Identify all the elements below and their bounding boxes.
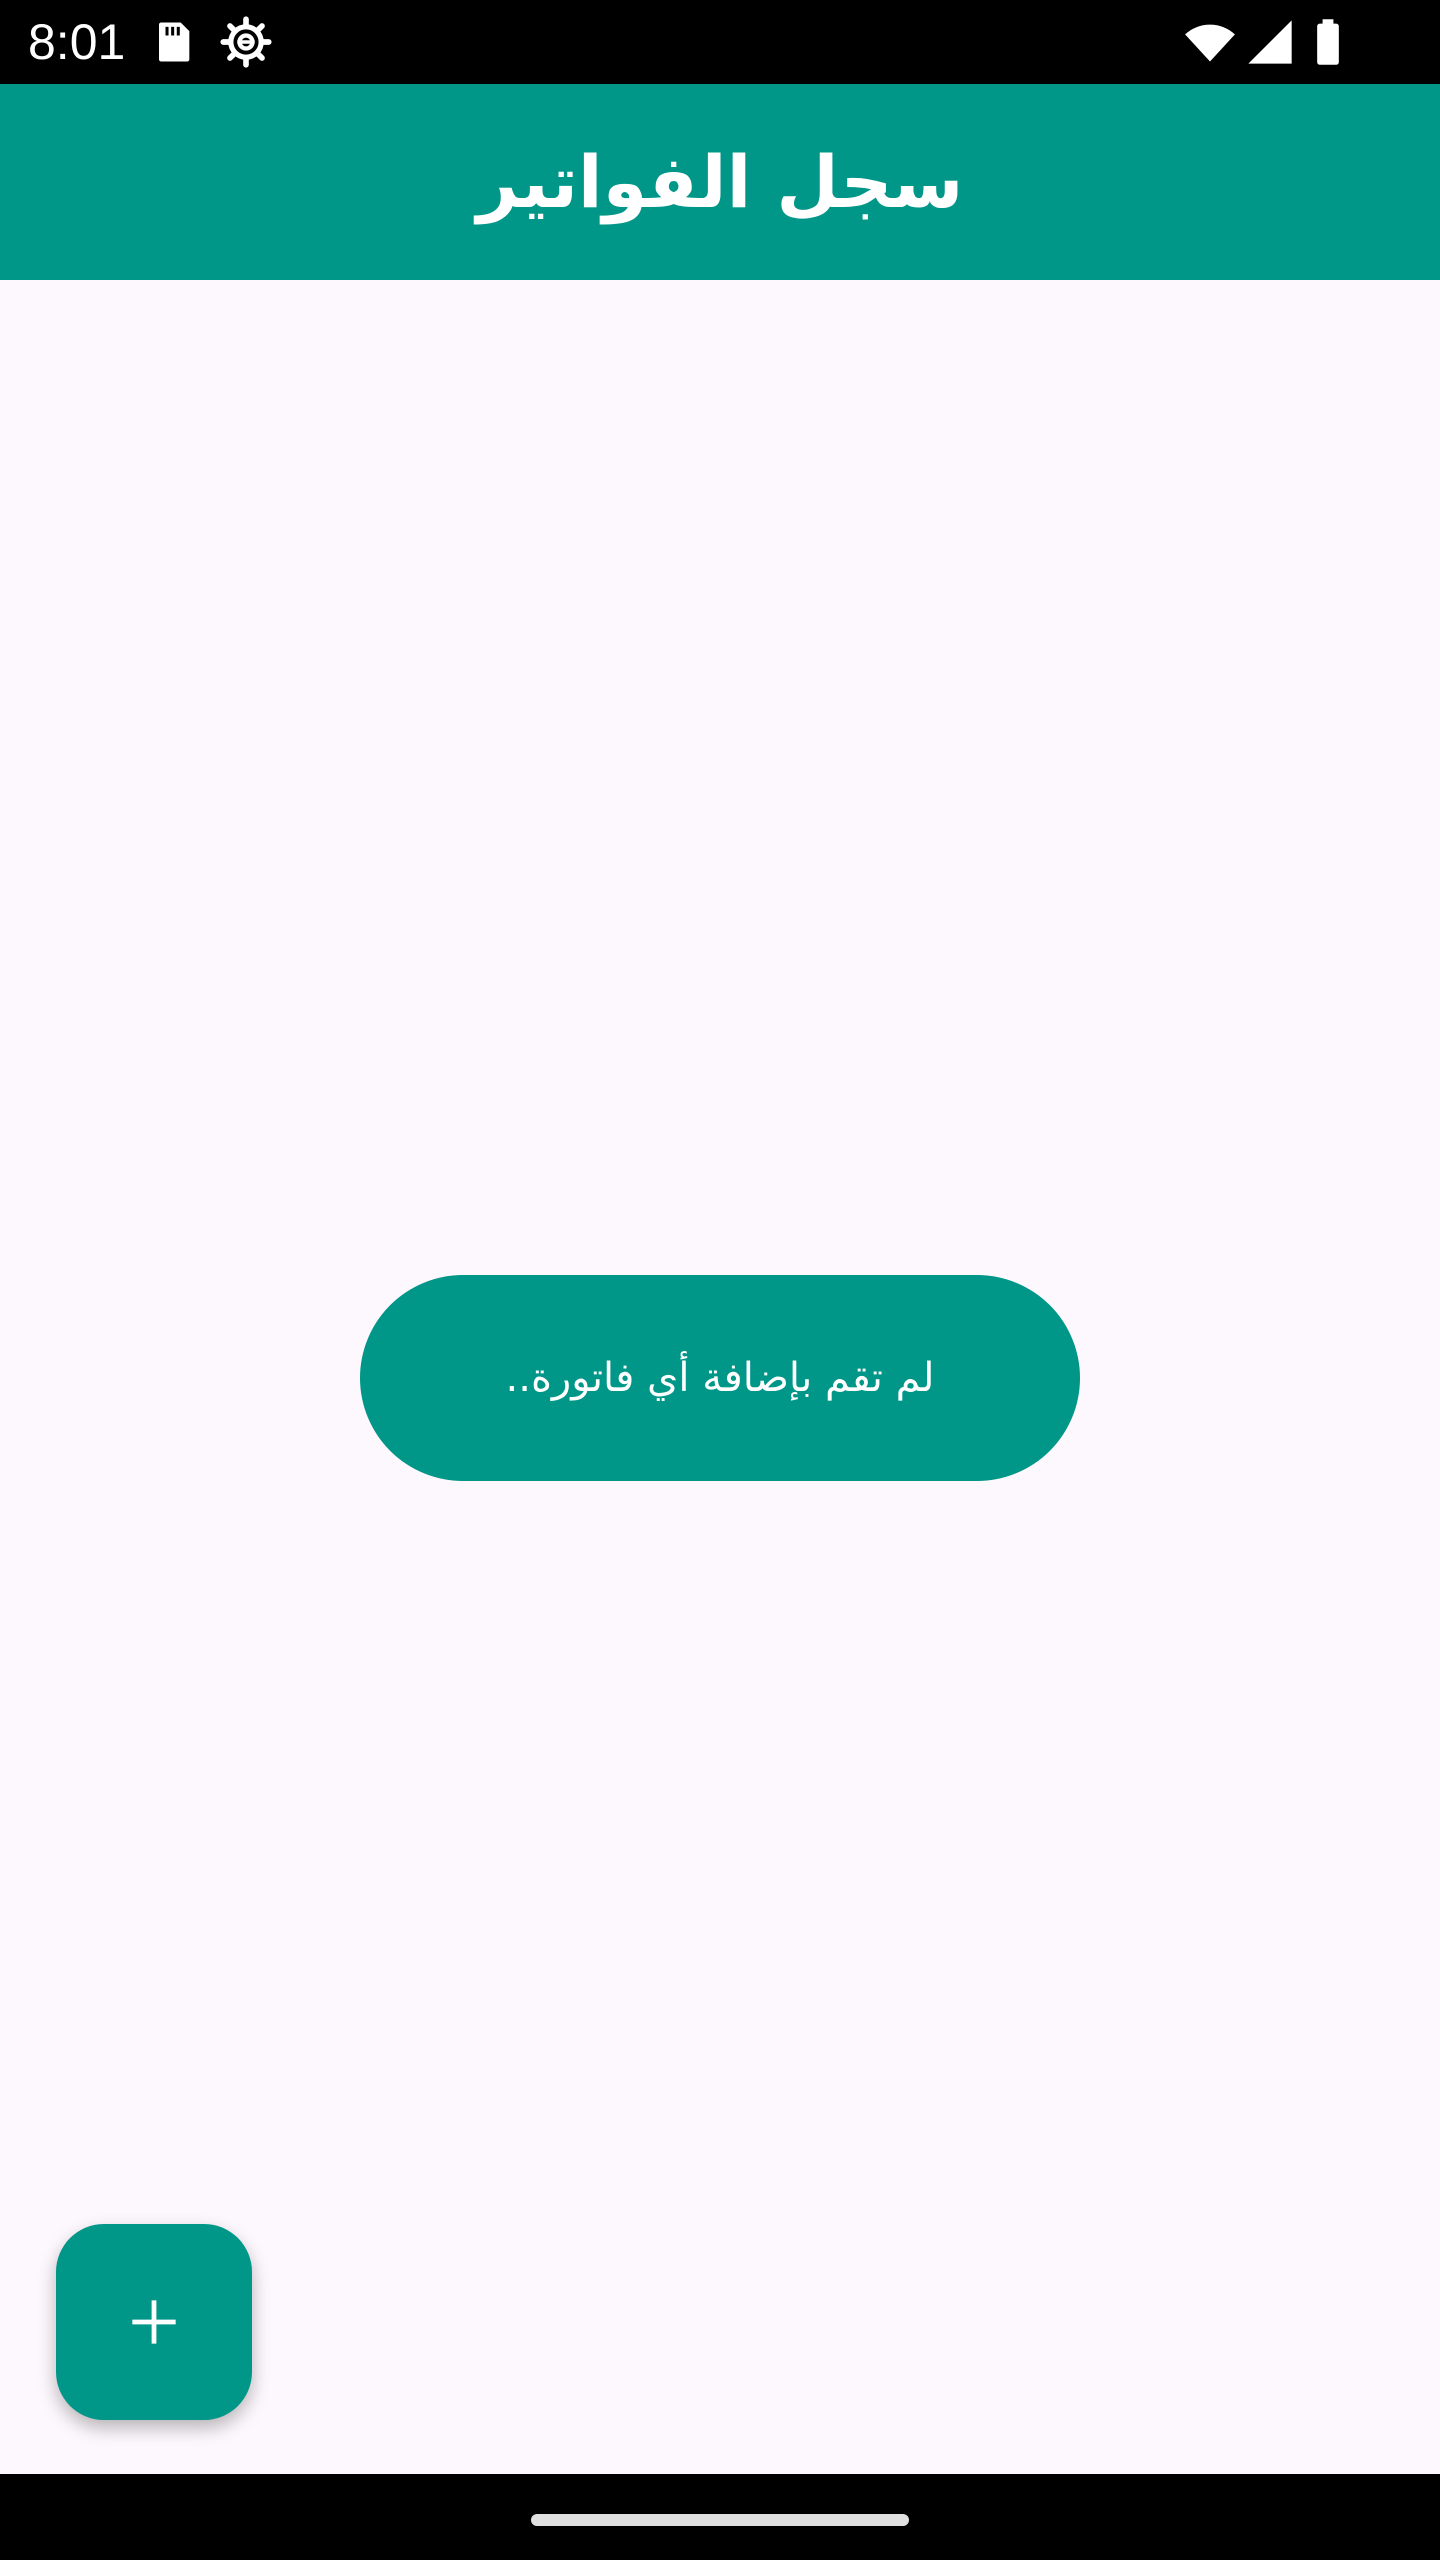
- battery-icon: [1300, 16, 1356, 68]
- add-invoice-button[interactable]: [56, 2224, 252, 2420]
- wifi-icon: [1184, 16, 1236, 68]
- invoice-log-screen: 8:01 سجل الفواتير لم تقم بإضافة أي فاتور…: [0, 0, 1440, 2560]
- settings-gear-icon: [220, 16, 272, 68]
- empty-state-message: لم تقم بإضافة أي فاتورة..: [360, 1275, 1080, 1481]
- cell-signal-icon: [1244, 16, 1296, 68]
- status-bar: 8:01: [0, 0, 1440, 84]
- system-navigation-bar: [0, 2474, 1440, 2560]
- app-bar: سجل الفواتير: [0, 84, 1440, 280]
- sd-card-icon: [146, 16, 198, 68]
- page-title: سجل الفواتير: [476, 140, 964, 224]
- status-time: 8:01: [28, 14, 126, 70]
- empty-state-text: لم تقم بإضافة أي فاتورة..: [505, 1355, 935, 1401]
- plus-icon: [128, 2296, 180, 2348]
- home-gesture-handle[interactable]: [531, 2514, 909, 2526]
